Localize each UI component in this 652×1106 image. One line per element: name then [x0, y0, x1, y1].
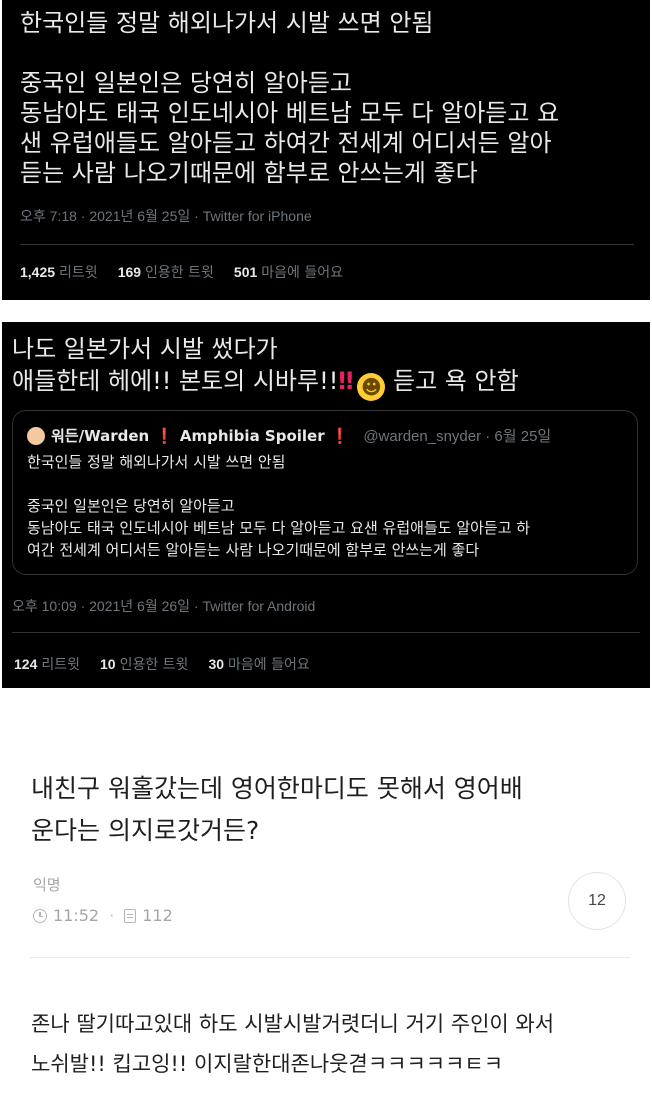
likes-stat[interactable]: 501 마음에 들어요 [234, 262, 343, 282]
likes-label: 마음에 들어요 [261, 265, 343, 281]
retweets-stat[interactable]: 124 리트윗 [14, 654, 80, 674]
exclamation-icon: ❗ [155, 426, 174, 445]
quotes-stat[interactable]: 10 인용한 트윗 [100, 654, 188, 674]
quoted-author-handle[interactable]: @warden_snyder · 6월 25일 [363, 425, 551, 446]
divider [12, 632, 640, 633]
post-body-line: 존나 딸기따고있대 하도 시발시발거렷더니 거기 주인이 와서 [31, 1012, 555, 1036]
quotes-label: 인용한 트윗 [145, 265, 214, 281]
post-time: 11:52 [53, 906, 100, 925]
post-title-line: 운다는 의지로갓거든? [31, 816, 260, 845]
tweet-text-line: 듣는 사람 나오기때문에 함부로 안쓰는게 좋다 [20, 159, 478, 187]
quoted-tweet-header: 워든/Warden ❗ Amphibia Spoiler ❗ @warden_s… [27, 425, 551, 446]
tweet-original: 한국인들 정말 해외나가서 시발 쓰면 안됨 중국인 일본인은 당연히 알아듣고… [2, 0, 650, 300]
quotes-count: 10 [100, 656, 116, 672]
tweet-text-line: 나도 일본가서 시발 썼다가 [12, 335, 278, 363]
retweets-label: 리트윗 [41, 657, 80, 673]
quoted-text-line: 한국인들 정말 해외나가서 시발 쓰면 안됨 [27, 453, 286, 471]
avatar[interactable] [27, 426, 45, 445]
likes-count: 30 [208, 656, 225, 672]
clock-icon [33, 908, 47, 923]
likes-stat[interactable]: 30 마음에 들어요 [208, 654, 309, 674]
community-post: 내친구 워홀갔는데 영어한마디도 못해서 영어배 운다는 의지로갓거든? 익명 … [0, 700, 652, 1106]
quoted-text-line: 동남아도 태국 인도네시아 베트남 모두 다 알아듣고 요샌 유럽애들도 알아듣… [27, 519, 531, 537]
likes-count: 501 [233, 264, 258, 280]
quoted-tweet[interactable]: 워든/Warden ❗ Amphibia Spoiler ❗ @warden_s… [12, 410, 638, 575]
tweet-timestamp[interactable]: 오후 7:18 · 2021년 6월 25일 · Twitter for iPh… [20, 206, 312, 226]
retweets-count: 1,425 [20, 264, 56, 280]
quoted-author-name[interactable]: 워든/Warden [51, 425, 149, 446]
tweet-stats: 124 리트윗 10 인용한 트윗 30 마음에 들어요 [14, 654, 310, 674]
quoted-text-line: 여간 전세계 어디서든 알아듣는 사람 나오기때문에 함부로 안쓰는게 좋다 [27, 541, 480, 559]
tweet-text-line: 동남아도 태국 인도네시아 베트남 모두 다 알아듣고 요 [20, 99, 560, 127]
document-icon [124, 908, 137, 923]
tweet-timestamp[interactable]: 오후 10:09 · 2021년 6월 26일 · Twitter for An… [12, 596, 315, 616]
retweets-label: 리트윗 [59, 265, 98, 281]
likes-label: 마음에 들어요 [228, 657, 310, 673]
post-author: 익명 [33, 876, 61, 894]
post-views: 112 [142, 906, 173, 925]
double-exclamation-icon: ‼ [338, 367, 354, 395]
tweet-text: 애들한테 헤에!! 본토의 시바루!! [12, 367, 339, 395]
tweet-stats: 1,425 리트윗 169 인용한 트윗 501 마음에 들어요 [20, 262, 343, 282]
tweet-text-line: 애들한테 헤에!! 본토의 시바루!!‼ ☻ 듣고 욕 안함 [12, 366, 519, 401]
retweets-stat[interactable]: 1,425 리트윗 [20, 262, 98, 282]
quotes-label: 인용한 트윗 [119, 657, 189, 673]
post-meta: 11:52 · 112 [33, 906, 173, 925]
post-title-line: 내친구 워홀갔는데 영어한마디도 못해서 영어배 [31, 774, 523, 803]
quoted-text-line: 중국인 일본인은 당연히 알아듣고 [27, 497, 235, 515]
tweet-text-line: 샌 유럽애들도 알아듣고 하여간 전세계 어디서든 알아 [20, 129, 552, 157]
quotes-count: 169 [117, 264, 142, 280]
tweet-text-line: 한국인들 정말 해외나가서 시발 쓰면 안됨 [20, 9, 434, 37]
tweet-text-line: 중국인 일본인은 당연히 알아듣고 [20, 69, 353, 97]
retweets-count: 124 [14, 656, 38, 672]
smiley-emoji-icon: ☻ [357, 373, 386, 401]
post-body-line: 노쉬발!! 킵고잉!! 이지랄한대존나웃겯ㅋㅋㅋㅋㅋㅌㅋ [31, 1052, 504, 1076]
exclamation-icon: ❗ [330, 426, 350, 445]
divider [20, 244, 634, 245]
comment-count-button[interactable]: 12 [568, 872, 626, 930]
quoted-author-suffix: Amphibia Spoiler [179, 426, 325, 445]
quotes-stat[interactable]: 169 인용한 트윗 [118, 262, 214, 282]
divider [30, 957, 630, 958]
tweet-reply: 나도 일본가서 시발 썼다가 애들한테 헤에!! 본토의 시바루!!‼ ☻ 듣고 … [2, 322, 650, 688]
separator-dot: · [109, 906, 115, 925]
tweet-text: 듣고 욕 안함 [385, 367, 519, 395]
